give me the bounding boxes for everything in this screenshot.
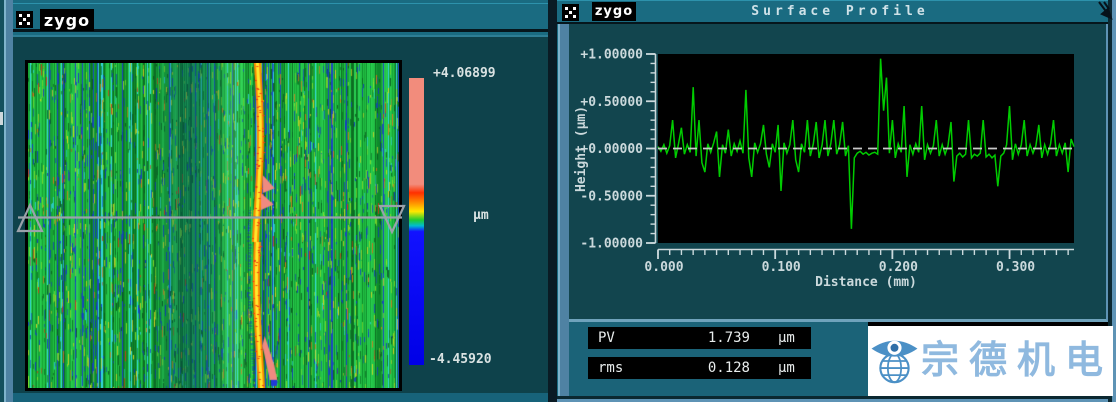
window-gap xyxy=(548,0,557,402)
colorbar-min-label: -4.45920 xyxy=(429,352,492,367)
colorbar xyxy=(409,78,424,365)
y-axis-title: Height (µm) xyxy=(574,106,589,192)
svg-text:-0.50000: -0.50000 xyxy=(580,189,643,204)
svg-text:+1.00000: +1.00000 xyxy=(580,48,643,63)
svg-text:+0.00000: +0.00000 xyxy=(580,142,643,157)
surface-map-window-bottom-frame xyxy=(13,393,548,402)
cursor-tool-icon[interactable] xyxy=(1096,1,1114,21)
rms-label: rms xyxy=(588,360,660,376)
svg-text:-1.00000: -1.00000 xyxy=(580,237,643,252)
svg-text:0.200: 0.200 xyxy=(879,260,918,275)
zygo-logo: zygo xyxy=(592,2,636,21)
window-menu-icon xyxy=(19,14,30,25)
pv-unit: µm xyxy=(750,330,795,346)
colorbar-max-label: +4.06899 xyxy=(433,66,496,81)
svg-text:+0.50000: +0.50000 xyxy=(580,95,643,110)
surface-profile-chart[interactable]: +1.00000 +0.50000 +0.00000 -0.50000 -1.00000… xyxy=(569,24,1108,322)
rms-unit: µm xyxy=(750,360,795,376)
window-menu-icon xyxy=(565,7,576,18)
pv-label: PV xyxy=(588,330,660,346)
zygo-logo: zygo xyxy=(40,9,94,31)
pv-value: 1.739 xyxy=(660,330,750,346)
watermark: 宗德机电 xyxy=(868,326,1113,396)
svg-text:0.000: 0.000 xyxy=(644,260,683,275)
colorbar-unit-label: µm xyxy=(473,208,489,223)
rms-value: 0.128 xyxy=(660,360,750,376)
profile-cursor[interactable] xyxy=(10,196,410,242)
window-menu-button[interactable] xyxy=(16,11,33,28)
surface-profile-window-edge xyxy=(558,24,569,402)
watermark-globe-eye-icon xyxy=(868,330,921,392)
svg-text:0.100: 0.100 xyxy=(762,260,801,275)
watermark-text: 宗德机电 xyxy=(921,342,1113,380)
pv-readout: PV 1.739 µm xyxy=(588,327,811,349)
window-title: Surface Profile xyxy=(700,4,980,19)
svg-text:0.300: 0.300 xyxy=(996,260,1035,275)
rms-readout: rms 0.128 µm xyxy=(588,357,811,379)
profile-cursor-right-handle[interactable] xyxy=(380,206,404,232)
x-axis-title: Distance (mm) xyxy=(815,275,917,290)
background-window-fragment xyxy=(0,112,3,125)
window-menu-button[interactable] xyxy=(562,4,579,21)
